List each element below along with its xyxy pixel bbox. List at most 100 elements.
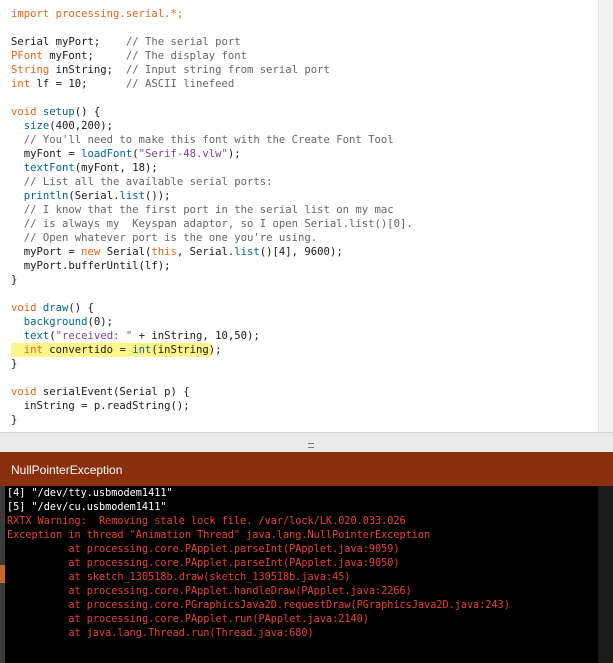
code-line[interactable] <box>11 91 413 105</box>
code-token: text <box>23 330 50 342</box>
code-line[interactable]: // Open whatever port is the one you're … <box>11 231 413 245</box>
code-token: inString = p.readString(); <box>11 400 190 412</box>
code-line[interactable]: int lf = 10; // ASCII linefeed <box>11 77 413 91</box>
code-line[interactable]: textFont(myFont, 18); <box>11 161 413 175</box>
code-line[interactable]: // List all the available serial ports: <box>11 175 413 189</box>
code-line[interactable]: myFont = loadFont("Serif-48.vlw"); <box>11 147 413 161</box>
code-token: size <box>23 120 50 132</box>
code-token: ()); <box>144 190 171 202</box>
code-line[interactable]: inString = p.readString(); <box>11 399 413 413</box>
code-line[interactable]: println(Serial.list()); <box>11 189 413 203</box>
code-token: void <box>11 106 37 118</box>
splitter-grip-icon[interactable] <box>308 443 314 448</box>
code-line[interactable]: } <box>11 273 413 287</box>
code-token: list <box>119 190 145 202</box>
code-line[interactable]: void draw() { <box>11 301 413 315</box>
code-token: myFont = <box>11 148 82 160</box>
code-line[interactable]: Serial myPort; // The serial port <box>11 35 413 49</box>
console-error-line: at processing.core.PApplet.parseInt(PApp… <box>7 558 400 569</box>
code-token: // I know that the first port in the ser… <box>11 204 394 216</box>
code-line[interactable]: // is always my Keyspan adaptor, so I op… <box>11 217 413 231</box>
error-status-bar: NullPointerException <box>0 452 613 486</box>
code-token: Serial( <box>100 246 152 258</box>
code-token: Serial myPort; <box>11 36 126 48</box>
code-token: // The display font <box>125 50 247 62</box>
console-error-line: Exception in thread "Animation Thread" j… <box>7 530 431 541</box>
code-text[interactable]: import processing.serial.*; Serial myPor… <box>11 7 413 427</box>
code-token: (inString); <box>151 344 222 356</box>
code-line[interactable]: myPort = new Serial(this, Serial.list()[… <box>11 245 413 259</box>
editor-vertical-scrollbar[interactable] <box>598 0 613 432</box>
code-line[interactable]: background(0); <box>11 315 413 329</box>
console-error-line: at java.lang.Thread.run(Thread.java:680) <box>7 628 314 639</box>
code-line[interactable]: // You'll need to make this font with th… <box>11 133 413 147</box>
console-error-line: RXTX Warning: Removing stale lock file. … <box>7 516 406 527</box>
code-token: void <box>11 302 37 314</box>
code-line[interactable]: text("received: " + inString, 10,50); <box>11 329 413 343</box>
code-token: } <box>11 358 18 370</box>
console-error-line: at sketch_130518b.draw(sketch_130518b.ja… <box>7 572 351 583</box>
code-token: ()[4], 9600); <box>259 246 343 258</box>
code-token: , Serial. <box>176 246 235 258</box>
code-token: import processing.serial.*; <box>11 8 184 20</box>
code-token: (Serial. <box>68 190 120 202</box>
code-token: // ASCII linefeed <box>125 78 235 90</box>
console-vertical-scrollbar[interactable] <box>598 486 613 663</box>
code-token: this <box>151 246 177 258</box>
code-line[interactable]: void setup() { <box>11 105 413 119</box>
code-token: (myFont, 18); <box>74 162 158 174</box>
code-token: lf = 10; <box>30 78 126 90</box>
code-token: (0); <box>87 316 114 328</box>
code-token: // You'll need to make this font with th… <box>11 134 394 146</box>
code-editor[interactable]: import processing.serial.*; Serial myPor… <box>0 0 598 432</box>
code-token: new <box>81 246 101 258</box>
code-token: draw <box>42 302 69 314</box>
code-token: list <box>234 246 260 258</box>
code-token: "received: " <box>55 330 133 342</box>
code-token: println <box>23 190 69 202</box>
code-token: () { <box>68 302 94 314</box>
code-line[interactable]: String inString; // Input string from se… <box>11 63 413 77</box>
highlighted-error-line[interactable]: int convertido = int(inString); <box>11 343 413 357</box>
code-token: String <box>11 64 50 76</box>
code-token: (400,200); <box>49 120 114 132</box>
console-output[interactable]: [4] "/dev/tty.usbmodem1411" [5] "/dev/cu.… <box>5 486 598 663</box>
console-error-line: at processing.core.PApplet.run(PApplet.j… <box>7 614 369 625</box>
code-line[interactable]: PFont myFont; // The display font <box>11 49 413 63</box>
code-token: int <box>23 344 43 356</box>
code-line[interactable]: import processing.serial.*; <box>11 7 413 21</box>
code-line[interactable]: size(400,200); <box>11 119 413 133</box>
code-token: myFont; <box>42 50 126 62</box>
code-line[interactable]: myPort.bufferUntil(lf); <box>11 259 413 273</box>
console-error-line: at processing.core.PApplet.handleDraw(PA… <box>7 586 412 597</box>
code-token: serialEvent(Serial p) { <box>36 386 190 398</box>
code-line[interactable]: } <box>11 413 413 427</box>
code-token: // The serial port <box>125 36 241 48</box>
code-token: } <box>11 414 18 426</box>
editor-gutter <box>0 0 5 432</box>
code-token: int <box>132 344 152 356</box>
console-output-line: [5] "/dev/cu.usbmodem1411" <box>7 502 167 513</box>
code-line[interactable] <box>11 371 413 385</box>
code-token: // Open whatever port is the one you're … <box>11 232 318 244</box>
code-token: loadFont <box>81 148 133 160</box>
code-line[interactable]: // I know that the first port in the ser… <box>11 203 413 217</box>
code-token: + inString, 10,50); <box>132 330 260 342</box>
code-token: // Input string from serial port <box>125 64 330 76</box>
code-line[interactable]: void serialEvent(Serial p) { <box>11 385 413 399</box>
code-token: textFont <box>23 162 75 174</box>
code-token: myPort.bufferUntil(lf); <box>11 260 171 272</box>
code-token: setup <box>42 106 75 118</box>
code-token: void <box>11 386 37 398</box>
code-line[interactable] <box>11 287 413 301</box>
code-line[interactable] <box>11 21 413 35</box>
pane-splitter[interactable] <box>0 432 613 452</box>
code-token: PFont <box>11 50 43 62</box>
error-message: NullPointerException <box>11 463 123 477</box>
code-line[interactable]: } <box>11 357 413 371</box>
